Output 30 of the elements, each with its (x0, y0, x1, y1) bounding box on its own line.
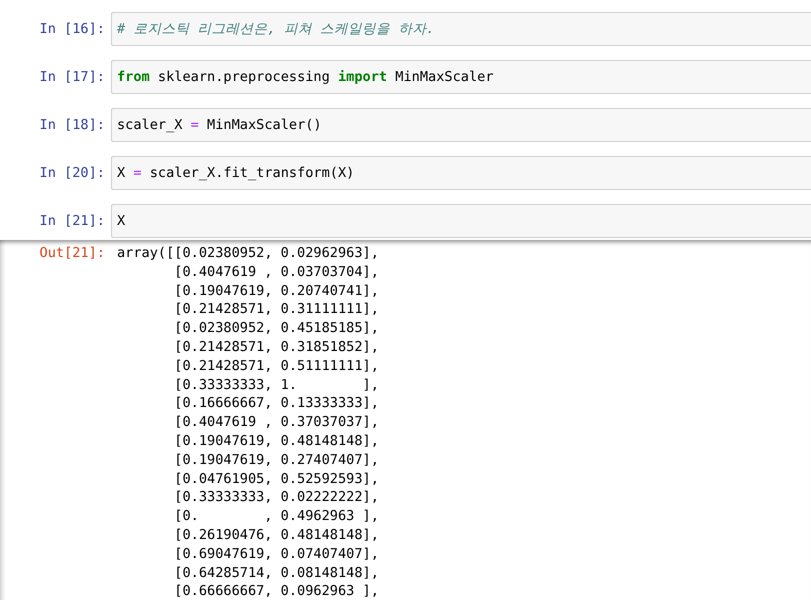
output-prompt: Out[21]: (38, 244, 106, 263)
output-line: [0.33333333, 0.02222222], (173, 488, 379, 508)
code-cell[interactable]: from sklearn.preprocessing import MinMaxScaler (111, 60, 811, 94)
output-line: [0.02380952, 0.45185185], (173, 319, 379, 338)
code-cell[interactable]: X (111, 204, 811, 238)
output-line: [0. , 0.4962963 ], (173, 507, 379, 526)
output-line: [0.19047619, 0.48148148], (173, 432, 379, 451)
code-cell[interactable]: scaler_X = MinMaxScaler() (111, 108, 811, 142)
output-line: [0.04761905, 0.52592593], (173, 470, 379, 488)
output-line: [0.69047619, 0.07407407], (173, 544, 379, 564)
input-prompt: In [16]: (38, 21, 106, 37)
output-line: [0.64285714, 0.08148148], (173, 564, 379, 582)
input-prompt: In [17]: (38, 69, 106, 85)
output-line: [0.21428571, 0.31851852], (173, 338, 379, 357)
output-line: [0.21428571, 0.51111111], (173, 356, 379, 376)
output-line: [0.4047619 , 0.37037037], (173, 413, 379, 432)
input-prompt: In [20]: (38, 165, 106, 181)
output-line: array([[0.02380952, 0.02962963], (117, 244, 379, 263)
code-cell[interactable]: X = scaler_X.fit_transform(X) (111, 156, 811, 190)
input-prompt: In [21]: (38, 213, 106, 229)
code-cell[interactable]: # 로지스틱 리그레션은, 피쳐 스케일링을 하자. (111, 12, 811, 46)
output-line: [0.16666667, 0.13333333], (173, 394, 379, 414)
output-line: [0.66666667, 0.0962963 ], (173, 582, 379, 600)
input-prompt: In [18]: (38, 117, 106, 133)
output-line: [0.21428571, 0.31111111], (173, 300, 379, 320)
output-line: [0.26190476, 0.48148148], (173, 526, 379, 545)
output-line: [0.33333333, 1. ], (173, 376, 379, 394)
output-line: [0.19047619, 0.20740741], (173, 282, 379, 300)
output-line: [0.19047619, 0.27407407], (173, 450, 379, 470)
output-line: [0.4047619 , 0.03703704], (173, 262, 379, 282)
